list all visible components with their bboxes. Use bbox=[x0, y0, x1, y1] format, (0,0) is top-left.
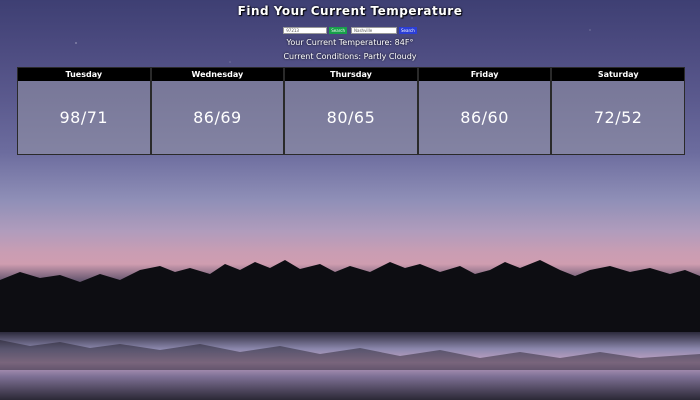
forecast-day-name: Friday bbox=[418, 68, 551, 81]
forecast-day-temps: 72/52 bbox=[552, 81, 684, 154]
forecast-day-temps: 98/71 bbox=[18, 81, 150, 154]
zip-input[interactable] bbox=[283, 27, 328, 34]
forecast-day: Friday 86/60 bbox=[417, 67, 552, 155]
current-temperature: Your Current Temperature: 84F° bbox=[286, 38, 414, 47]
current-conditions: Current Conditions: Partly Cloudy bbox=[283, 52, 417, 61]
forecast-day: Wednesday 86/69 bbox=[150, 67, 285, 155]
forecast-day-name: Wednesday bbox=[151, 68, 284, 81]
forecast-day-temps: 80/65 bbox=[285, 81, 417, 154]
search-bar: Search Search bbox=[0, 26, 700, 35]
forecast-day-name: Saturday bbox=[552, 68, 684, 81]
forecast-day-temps: 86/60 bbox=[418, 81, 551, 154]
background-treeline bbox=[0, 260, 700, 400]
forecast-day: Thursday 80/65 bbox=[284, 67, 418, 155]
city-search-button[interactable]: Search bbox=[399, 27, 417, 34]
forecast-day-name: Thursday bbox=[285, 68, 417, 81]
zip-search-button[interactable]: Search bbox=[329, 27, 347, 34]
forecast-day-temps: 86/69 bbox=[151, 81, 284, 154]
forecast-day-name: Tuesday bbox=[18, 68, 150, 81]
forecast-day: Tuesday 98/71 bbox=[17, 67, 151, 155]
page-title: Find Your Current Temperature bbox=[237, 4, 463, 18]
forecast-grid: Tuesday 98/71 Wednesday 86/69 Thursday 8… bbox=[17, 67, 685, 155]
city-input[interactable] bbox=[351, 27, 397, 34]
forecast-day: Saturday 72/52 bbox=[551, 67, 685, 155]
